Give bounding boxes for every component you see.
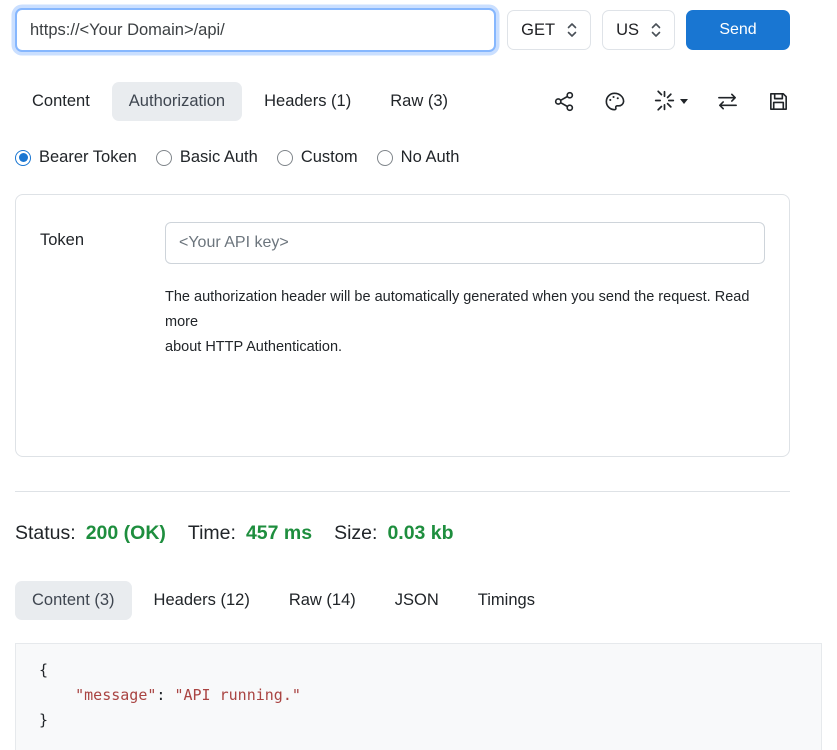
size-group: Size: 0.03 kb: [334, 522, 454, 545]
tab-response-raw[interactable]: Raw (14): [272, 581, 373, 620]
share-icon[interactable]: [553, 90, 576, 113]
palette-icon[interactable]: [603, 90, 626, 113]
request-tabs: Content Authorization Headers (1) Raw (3…: [15, 82, 790, 121]
status-label: Status:: [15, 522, 76, 545]
response-tabs: Content (3) Headers (12) Raw (14) JSON T…: [15, 581, 790, 620]
magic-rays-icon[interactable]: [653, 90, 688, 113]
token-panel: Token The authorization header will be a…: [15, 194, 790, 457]
radio-unchecked-icon: [277, 150, 293, 166]
response-body: { "message": "API running." }: [15, 643, 822, 750]
token-help-text: The authorization header will be automat…: [165, 285, 765, 360]
region-select-value: US: [616, 21, 639, 40]
json-key: "message": [75, 686, 156, 704]
token-row: Token The authorization header will be a…: [40, 222, 765, 360]
divider: [15, 491, 790, 492]
radio-label: Custom: [301, 148, 358, 167]
time-group: Time: 457 ms: [188, 522, 312, 545]
radio-no-auth[interactable]: No Auth: [377, 148, 460, 167]
save-icon[interactable]: [767, 90, 790, 113]
updown-arrows-icon: [651, 22, 661, 38]
tab-content[interactable]: Content: [15, 82, 107, 121]
size-value: 0.03 kb: [387, 522, 453, 545]
method-select-value: GET: [521, 21, 555, 40]
json-separator: :: [156, 686, 174, 704]
status-value: 200 (OK): [86, 522, 166, 545]
brace: }: [39, 711, 48, 729]
caret-down-icon: [680, 99, 688, 104]
radio-basic-auth[interactable]: Basic Auth: [156, 148, 258, 167]
toolbar: [553, 90, 790, 113]
tab-response-headers[interactable]: Headers (12): [137, 581, 267, 620]
token-input[interactable]: [165, 222, 765, 264]
method-select[interactable]: GET: [507, 10, 591, 50]
url-input[interactable]: [15, 8, 496, 52]
time-value: 457 ms: [246, 522, 312, 545]
updown-arrows-icon: [567, 22, 577, 38]
token-label: Token: [40, 222, 165, 360]
code-line: "message": "API running.": [39, 683, 821, 708]
region-select[interactable]: US: [602, 10, 675, 50]
auth-type-options: Bearer Token Basic Auth Custom No Auth: [15, 148, 790, 167]
swap-arrows-icon[interactable]: [715, 90, 740, 113]
radio-unchecked-icon: [156, 150, 172, 166]
status-bar: Status: 200 (OK) Time: 457 ms Size: 0.03…: [15, 522, 790, 545]
tab-raw[interactable]: Raw (3): [373, 82, 465, 121]
request-bar: GET US Send: [15, 8, 790, 52]
radio-label: No Auth: [401, 148, 460, 167]
size-label: Size:: [334, 522, 377, 545]
code-line: {: [39, 658, 821, 683]
brace: {: [39, 661, 48, 679]
tab-response-timings[interactable]: Timings: [461, 581, 552, 620]
token-main: The authorization header will be automat…: [165, 222, 765, 360]
json-value: "API running.": [174, 686, 300, 704]
radio-checked-icon: [15, 150, 31, 166]
radio-bearer-token[interactable]: Bearer Token: [15, 148, 137, 167]
radio-unchecked-icon: [377, 150, 393, 166]
code-line: }: [39, 708, 821, 733]
tab-authorization[interactable]: Authorization: [112, 82, 242, 121]
send-button[interactable]: Send: [686, 10, 790, 50]
tab-response-content[interactable]: Content (3): [15, 581, 132, 620]
time-label: Time:: [188, 522, 236, 545]
radio-label: Bearer Token: [39, 148, 137, 167]
indent: [39, 686, 75, 704]
api-client-page: GET US Send Content Authorization Header…: [0, 0, 837, 750]
help-line-2: about HTTP Authentication.: [165, 335, 765, 360]
tab-response-json[interactable]: JSON: [378, 581, 456, 620]
tab-headers[interactable]: Headers (1): [247, 82, 368, 121]
help-line-1: The authorization header will be automat…: [165, 285, 765, 335]
radio-custom[interactable]: Custom: [277, 148, 358, 167]
radio-label: Basic Auth: [180, 148, 258, 167]
status-group: Status: 200 (OK): [15, 522, 166, 545]
